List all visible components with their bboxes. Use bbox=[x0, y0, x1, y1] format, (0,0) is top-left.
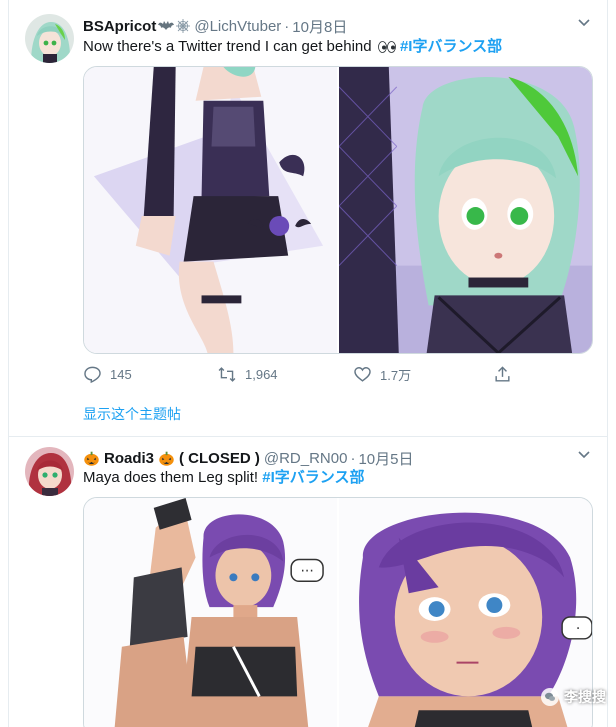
share-button[interactable] bbox=[493, 365, 512, 384]
user-handle[interactable]: @RD_RN00 bbox=[264, 450, 348, 467]
tweet-date[interactable]: 10月5日 bbox=[358, 448, 413, 469]
display-name-suffix[interactable]: ( CLOSED ) bbox=[179, 450, 260, 467]
anime-girl-split-full-image bbox=[84, 67, 337, 353]
spider-web-emoji bbox=[176, 19, 191, 33]
tweet-header: BSApricot @LichVtuber · 10月8日 bbox=[83, 16, 595, 36]
user-handle[interactable]: @LichVtuber bbox=[194, 18, 281, 35]
reply-icon bbox=[84, 366, 101, 383]
tweet-header: Roadi3 ( CLOSED ) @RD_RN00 · 10月5日 bbox=[83, 448, 595, 468]
separator-dot: · bbox=[284, 17, 290, 35]
like-count: 1.7万 bbox=[380, 367, 412, 383]
reply-count: 145 bbox=[110, 366, 132, 382]
chevron-down-icon[interactable] bbox=[575, 14, 593, 32]
avatar[interactable] bbox=[25, 14, 74, 63]
svg-text:···: ··· bbox=[300, 563, 313, 579]
tweet-body: Now there's a Twitter trend I can get be… bbox=[83, 38, 372, 55]
tweet-body: Maya does them Leg split! bbox=[83, 469, 259, 486]
retweet-button[interactable]: 1,964 bbox=[217, 365, 278, 384]
hashtag-link[interactable]: #I字バランス部 bbox=[400, 38, 502, 55]
anime-girl-closeup-image bbox=[339, 67, 592, 353]
tweet[interactable]: Roadi3 ( CLOSED ) @RD_RN00 · 10月5日 Maya … bbox=[8, 437, 608, 727]
separator-dot: · bbox=[350, 449, 356, 467]
watermark: 李搜搜 bbox=[541, 687, 606, 707]
retweet-count: 1,964 bbox=[245, 366, 278, 382]
pumpkin-emoji bbox=[83, 450, 100, 467]
bat-emoji bbox=[158, 20, 175, 32]
media-image[interactable] bbox=[84, 67, 337, 353]
eyes-emoji bbox=[377, 41, 396, 53]
tweet-text: Now there's a Twitter trend I can get be… bbox=[83, 36, 587, 58]
show-thread-link[interactable]: 显示这个主题帖 bbox=[83, 404, 181, 424]
svg-text:·: · bbox=[576, 621, 580, 637]
reply-button[interactable]: 145 bbox=[83, 365, 132, 384]
avatar[interactable] bbox=[25, 447, 74, 496]
avatar-image bbox=[25, 14, 74, 63]
tweet[interactable]: BSApricot @LichVtuber · 10月8日 Now there'… bbox=[8, 0, 608, 437]
purple-hair-girl-split-image: ··· bbox=[84, 498, 337, 727]
like-button[interactable]: 1.7万 bbox=[353, 365, 411, 384]
pumpkin-emoji bbox=[158, 450, 175, 467]
display-name[interactable]: Roadi3 bbox=[104, 450, 154, 467]
media-grid: ··· · bbox=[83, 497, 593, 727]
hashtag-link[interactable]: #I字バランス部 bbox=[262, 469, 364, 486]
retweet-icon bbox=[218, 366, 236, 382]
media-image[interactable]: ··· bbox=[84, 498, 337, 727]
display-name[interactable]: BSApricot bbox=[83, 18, 156, 35]
watermark-text: 李搜搜 bbox=[564, 689, 606, 705]
chevron-down-icon[interactable] bbox=[575, 446, 593, 464]
share-icon bbox=[495, 365, 510, 382]
media-image[interactable] bbox=[337, 67, 592, 353]
media-grid bbox=[83, 66, 593, 354]
tweet-text: Maya does them Leg split! #I字バランス部 bbox=[83, 467, 587, 489]
tweet-date[interactable]: 10月8日 bbox=[292, 16, 347, 37]
heart-icon bbox=[354, 366, 371, 382]
avatar-image bbox=[25, 447, 74, 496]
wechat-icon bbox=[541, 688, 559, 706]
tweet-actions: 145 1,964 1.7万 bbox=[83, 362, 523, 386]
